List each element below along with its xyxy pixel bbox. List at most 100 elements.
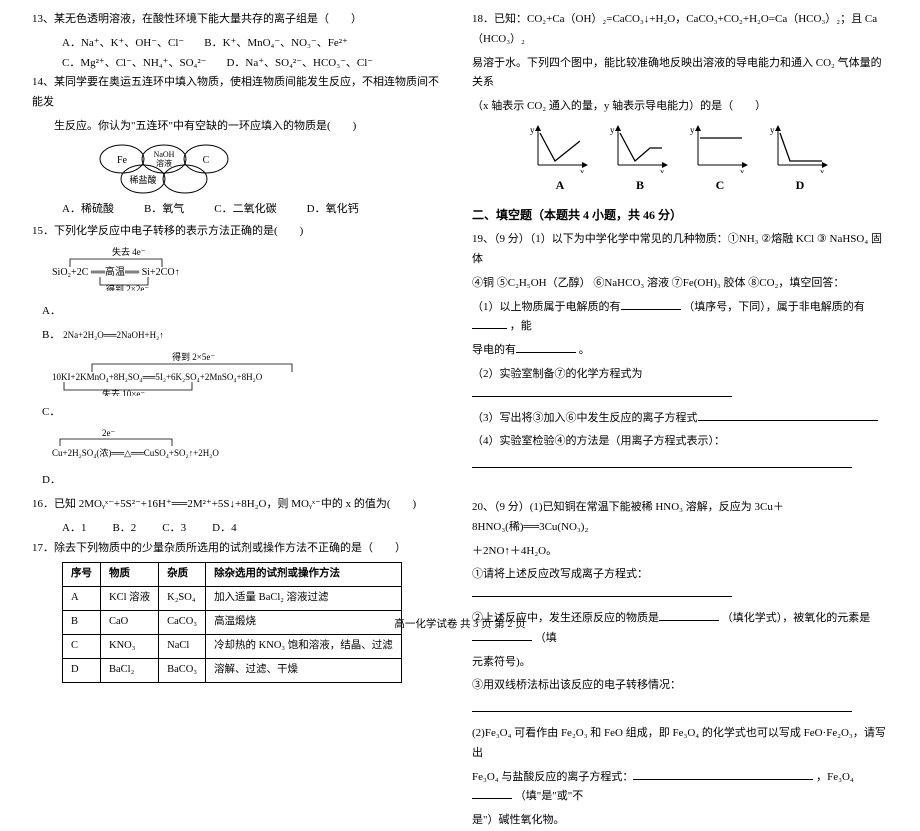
q19-sub1c: ，能 bbox=[510, 320, 532, 332]
q18-stem2: 易溶于水。下列四个图中，能比较准确地反映出溶液的导电能力和通入 CO₂ 气体量的… bbox=[472, 54, 888, 94]
table-cell: BaCO₃ bbox=[159, 658, 206, 682]
q19-sub2: （2）实验室制备⑦的化学方程式为 bbox=[472, 365, 888, 405]
q19-sub2a: （2）实验室制备⑦的化学方程式为 bbox=[472, 368, 643, 380]
q20-stem2: ＋2NO↑＋4H₂O。 bbox=[472, 542, 888, 562]
table-cell: K₂SO₄ bbox=[159, 587, 206, 611]
svg-text:x: x bbox=[740, 167, 745, 173]
ring-naoh-bot: 溶液 bbox=[156, 158, 172, 168]
q17-stem: 17．除去下列物质中的少量杂质所选用的试剂或操作方法不正确的是（ ） bbox=[32, 539, 448, 559]
graph-c-svg: y x bbox=[690, 123, 750, 173]
q14-opt-c: C．二氧化碳 bbox=[214, 200, 276, 220]
q13-opt-c: C．Mg²⁺、Cl⁻、NH₄⁺、SO₄²⁻ bbox=[62, 54, 206, 74]
q15-d-diagram: 2e⁻ Cu+2H₂SO₄(浓)══△══CuSO₄+SO₂↑+2H₂O bbox=[52, 426, 312, 464]
blank-2 bbox=[472, 317, 507, 329]
graph-a-label: A bbox=[556, 175, 565, 197]
table-cell: 溶解、过滤、干燥 bbox=[206, 658, 402, 682]
svg-text:y: y bbox=[690, 125, 695, 135]
blank-11 bbox=[633, 768, 813, 780]
q18-graphs: y x A y x B y bbox=[472, 123, 888, 197]
svg-text:得到 2×5e⁻: 得到 2×5e⁻ bbox=[172, 351, 215, 362]
q16-opt-a: A．1 bbox=[62, 519, 86, 539]
table-cell: 冷却热的 KNO₃ 饱和溶液，结晶、过滤 bbox=[206, 635, 402, 659]
svg-text:y: y bbox=[610, 125, 615, 135]
q17-th2: 物质 bbox=[101, 563, 159, 587]
q17-th1: 序号 bbox=[63, 563, 101, 587]
svg-text:y: y bbox=[770, 125, 775, 135]
q16-stem: 16．已知 2MOᵧˣ⁻+5S²⁻+16H⁺══2M²⁺+5S↓+8H₂O，则 … bbox=[32, 495, 448, 515]
graph-c: y x C bbox=[690, 123, 750, 197]
svg-text:2e⁻: 2e⁻ bbox=[102, 428, 115, 438]
q15-label-b: B． bbox=[42, 329, 60, 341]
right-column: 18．已知：CO₂+Ca（OH）₂=CaCO₃↓+H₂O，CaCO₃+CO₂+H… bbox=[460, 10, 900, 612]
q14-stem1: 14、某同学要在奥运五连环中填入物质，使相连物质间能发生反应，不相连物质间不能发 bbox=[32, 73, 448, 113]
q14-opt-b: B．氧气 bbox=[144, 200, 184, 220]
ring-c: C bbox=[203, 155, 210, 166]
q13-stem: 13、某无色透明溶液，在酸性环境下能大量共存的离子组是（ ） bbox=[32, 10, 448, 30]
q20-sub4d: （填"是"或"不 bbox=[515, 790, 583, 802]
q13-options-row1: A．Na⁺、K⁺、OH⁻、Cl⁻ B．K⁺、MnO₄⁻、NO₃⁻、Fe²⁺ bbox=[32, 34, 448, 54]
blank-4 bbox=[472, 385, 732, 397]
blank-5 bbox=[698, 409, 878, 421]
q14-stem2: 生反应。你认为"五连环"中有空缺的一环应填入的物质是( ) bbox=[32, 117, 448, 137]
q15-label-a: A． bbox=[32, 302, 448, 322]
svg-text:y: y bbox=[530, 125, 535, 135]
graph-d-label: D bbox=[796, 175, 805, 197]
blank-7 bbox=[472, 585, 732, 597]
blank-6 bbox=[472, 456, 852, 468]
q19-sub4: （4）实验室检验④的方法是（用离子方程式表示）： bbox=[472, 432, 888, 452]
graph-b: y x B bbox=[610, 123, 670, 197]
q15-label-c: C． bbox=[32, 403, 448, 423]
q19-sub1b: （填序号，下同），属于非电解质的有 bbox=[683, 301, 865, 313]
graph-b-label: B bbox=[636, 175, 644, 197]
graph-d: y x D bbox=[770, 123, 830, 197]
table-row: DBaCl₂BaCO₃溶解、过滤、干燥 bbox=[63, 658, 402, 682]
table-cell: KNO₃ bbox=[101, 635, 159, 659]
table-cell: NaCl bbox=[159, 635, 206, 659]
table-cell: BaCl₂ bbox=[101, 658, 159, 682]
svg-text:Cu+2H₂SO₄(浓)══△══CuSO₄+SO₂↑+2H: Cu+2H₂SO₄(浓)══△══CuSO₄+SO₂↑+2H₂O bbox=[52, 448, 219, 458]
blank-10 bbox=[472, 700, 852, 712]
q15-b: B． 2Na+2H₂O══2NaOH+H₂↑ bbox=[32, 326, 448, 346]
q16-opt-b: B．2 bbox=[112, 519, 136, 539]
q13-opt-d: D．Na⁺、SO₄²⁻、HCO₃⁻、Cl⁻ bbox=[226, 54, 373, 74]
svg-text:x: x bbox=[820, 167, 825, 173]
q20-sub1: ①请将上述反应改写成离子方程式： bbox=[472, 565, 888, 605]
table-cell: C bbox=[63, 635, 101, 659]
q13-opt-a: A．Na⁺、K⁺、OH⁻、Cl⁻ bbox=[62, 34, 184, 54]
graph-c-label: C bbox=[716, 175, 725, 197]
q15-stem: 15．下列化学反应中电子转移的表示方法正确的是( ) bbox=[32, 222, 448, 242]
q15-c-wrap: 得到 2×5e⁻ 10KI+2KMnO₄+8H₂SO₄══5I₂+6K₂SO₄+… bbox=[52, 350, 448, 404]
q18-stem3: （x 轴表示 CO₂ 通入的量，y 轴表示导电能力）的是（ ） bbox=[472, 97, 888, 117]
q20-sub2c: （填 bbox=[535, 632, 557, 644]
q15-eq-b: 2Na+2H₂O══2NaOH+H₂↑ bbox=[63, 330, 164, 340]
graph-b-svg: y x bbox=[610, 123, 670, 173]
q19-sub4a: （4）实验室检验④的方法是（用离子方程式表示）： bbox=[472, 435, 725, 447]
q15-d-wrap: 2e⁻ Cu+2H₂SO₄(浓)══△══CuSO₄+SO₂↑+2H₂O bbox=[52, 426, 448, 472]
table-row: AKCl 溶液K₂SO₄加入适量 BaCl₂ 溶液过滤 bbox=[63, 587, 402, 611]
q19-sub3a: （3）写出将③加入⑥中发生反应的离子方程式 bbox=[472, 412, 698, 424]
q15-c-diagram: 得到 2×5e⁻ 10KI+2KMnO₄+8H₂SO₄══5I₂+6K₂SO₄+… bbox=[52, 350, 372, 396]
table-cell: KCl 溶液 bbox=[101, 587, 159, 611]
svg-text:得到 2×2e⁻: 得到 2×2e⁻ bbox=[106, 283, 149, 291]
q16-options: A．1 B．2 C．3 D．4 bbox=[32, 519, 448, 539]
left-column: 13、某无色透明溶液，在酸性环境下能大量共存的离子组是（ ） A．Na⁺、K⁺、… bbox=[20, 10, 460, 612]
q20-sub3-blank bbox=[472, 700, 888, 720]
table-cell: D bbox=[63, 658, 101, 682]
q19-sub4-blank bbox=[472, 456, 888, 476]
table-cell: 加入适量 BaCl₂ 溶液过滤 bbox=[206, 587, 402, 611]
svg-text:x: x bbox=[580, 167, 585, 173]
graph-a-svg: y x bbox=[530, 123, 590, 173]
svg-text:x: x bbox=[660, 167, 665, 173]
q19-stem2: ④铜 ⑤C₂H₅OH（乙醇） ⑥NaHCO₃ 溶液 ⑦Fe(OH)₃ 胶体 ⑧C… bbox=[472, 274, 888, 294]
q19-sub1: （1）以上物质属于电解质的有 （填序号，下同），属于非电解质的有 ，能 bbox=[472, 298, 888, 338]
q15-a-diagram: 失去 4e⁻ SiO₂+2C ══高温══ Si+2CO↑ 得到 2×2e⁻ bbox=[52, 245, 252, 291]
q15-label-d: D． bbox=[32, 471, 448, 491]
svg-text:10KI+2KMnO₄+8H₂SO₄══5I₂+6K₂SO₄: 10KI+2KMnO₄+8H₂SO₄══5I₂+6K₂SO₄+2MnSO₄+8H… bbox=[52, 372, 263, 382]
q20-stem1: 20、（9 分）(1)已知铜在常温下能被稀 HNO₃ 溶解，反应为 3Cu＋8H… bbox=[472, 498, 888, 538]
q20-sub1-text: ①请将上述反应改写成离子方程式： bbox=[472, 568, 648, 580]
table-row: CKNO₃NaCl冷却热的 KNO₃ 饱和溶液，结晶、过滤 bbox=[63, 635, 402, 659]
graph-a: y x A bbox=[530, 123, 590, 197]
q17-th4: 除杂选用的试剂或操作方法 bbox=[206, 563, 402, 587]
q20-sub2d: 元素符号)。 bbox=[472, 653, 888, 673]
q19-sub1e: 。 bbox=[579, 344, 590, 356]
